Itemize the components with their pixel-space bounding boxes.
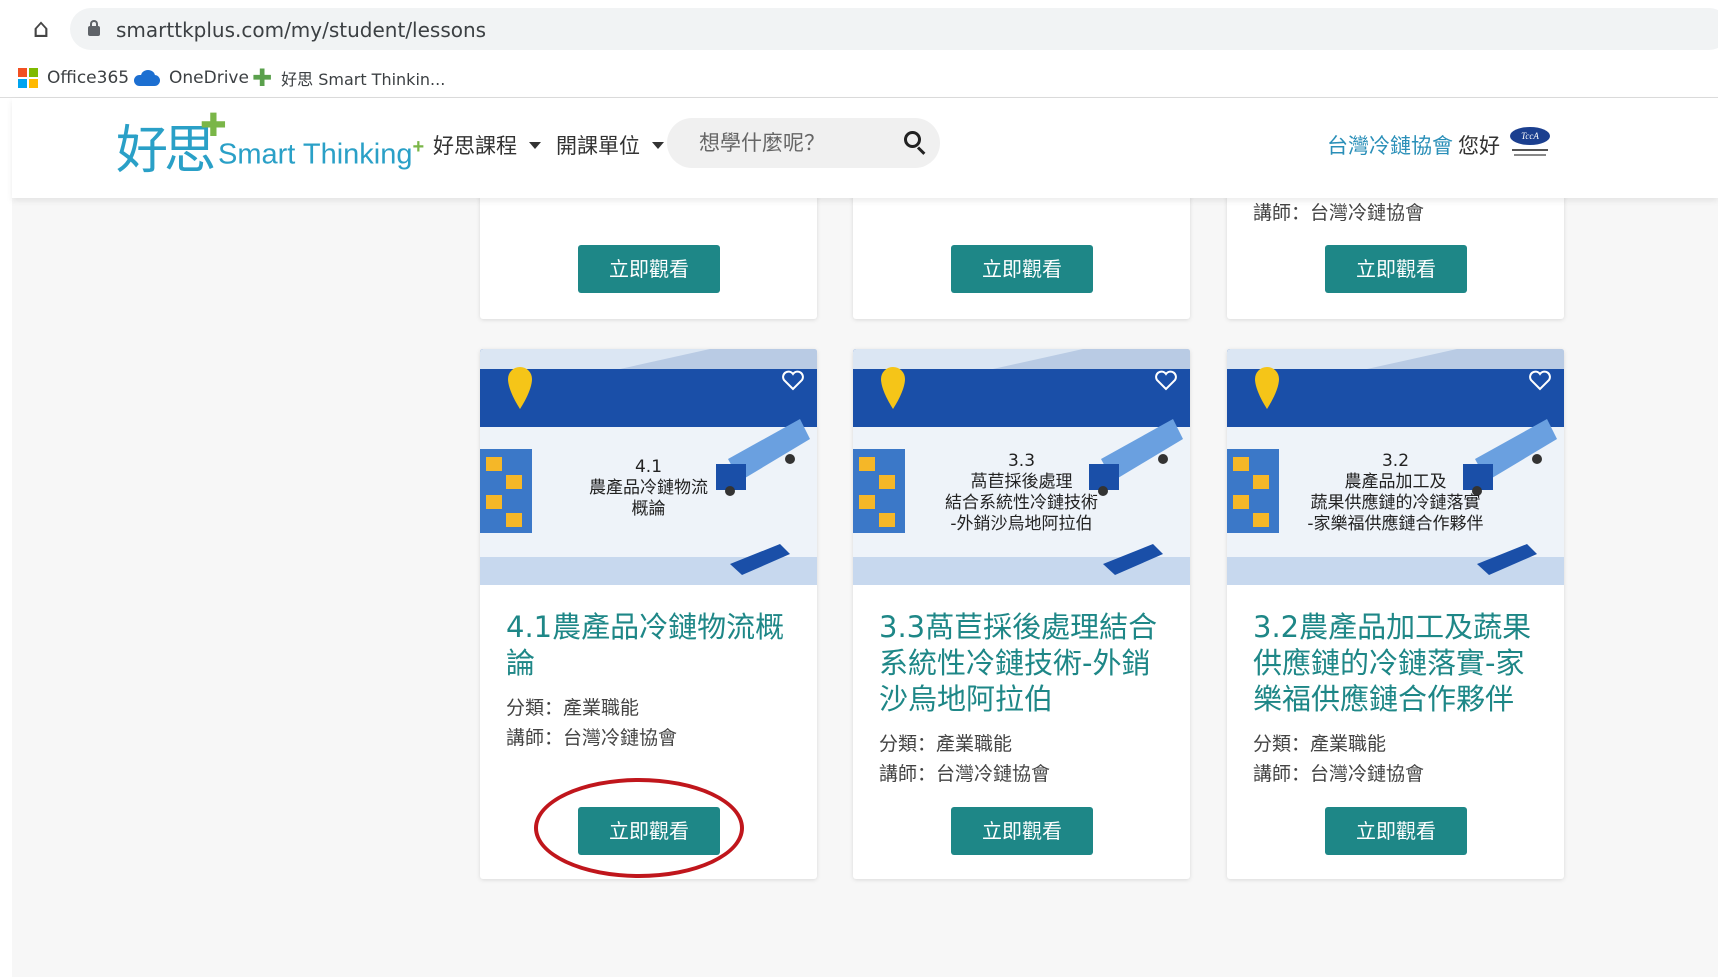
watch-now-button[interactable]: 立即觀看	[578, 245, 720, 293]
site-header: 好思 ✚ Smart Thinking+ 好思課程 開課單位 台灣冷鏈協會 您好…	[12, 98, 1718, 198]
nav-providers[interactable]: 開課單位	[556, 130, 664, 160]
logo-plus-icon: ✚	[200, 106, 227, 144]
watch-now-button[interactable]: 立即觀看	[951, 807, 1093, 855]
thumbnail-text: 3.3 萵苣採後處理 結合系統性冷鏈技術 -外銷沙烏地阿拉伯	[945, 451, 1098, 534]
lesson-card[interactable]: 4.1 農產品冷鏈物流 概論 4.1農產品冷鏈物流概論 分類：產業職能 講師：台…	[480, 349, 817, 879]
bookmark-smart-thinking[interactable]: ✚ 好思 Smart Thinkin...	[252, 64, 445, 92]
instructor-text: 講師：台灣冷鏈協會	[1253, 202, 1425, 224]
org-link[interactable]: 台灣冷鏈協會	[1327, 130, 1453, 160]
site-logo[interactable]: 好思 ✚ Smart Thinking+	[116, 106, 425, 181]
nav-courses[interactable]: 好思課程	[433, 130, 541, 160]
logo-english: Smart Thinking+	[218, 136, 425, 171]
bookmark-office365[interactable]: Office365	[18, 64, 129, 92]
instructor-text: 講師：台灣冷鏈協會	[1253, 763, 1425, 785]
bookmark-label: Office365	[47, 68, 130, 88]
watch-now-button[interactable]: 立即觀看	[951, 245, 1093, 293]
lock-icon	[88, 20, 100, 36]
heart-icon[interactable]	[781, 369, 805, 391]
heart-icon[interactable]	[1528, 369, 1552, 391]
caret-down-icon	[652, 141, 664, 149]
category-text: 分類：產業職能	[506, 697, 640, 719]
url-text: smarttkplus.com/my/student/lessons	[116, 18, 487, 42]
avatar[interactable]: TccA	[1506, 122, 1554, 162]
bookmark-onedrive[interactable]: OneDrive	[134, 64, 249, 92]
lesson-card-partial: 立即觀看	[853, 188, 1190, 319]
watch-now-button[interactable]: 立即觀看	[578, 807, 720, 855]
nav-providers-label: 開課單位	[556, 134, 640, 158]
warehouse-shelves-icon	[853, 449, 905, 533]
bookmarks-bar: Office365 OneDrive ✚ 好思 Smart Thinkin...	[0, 58, 1718, 98]
lesson-title[interactable]: 3.3萵苣採後處理結合系統性冷鏈技術-外銷沙烏地阿拉伯	[879, 609, 1175, 717]
office365-icon	[18, 68, 38, 88]
watch-now-button[interactable]: 立即觀看	[1325, 807, 1467, 855]
heart-icon[interactable]	[1154, 369, 1178, 391]
category-text: 分類：產業職能	[1253, 733, 1387, 755]
lesson-card[interactable]: 3.3 萵苣採後處理 結合系統性冷鏈技術 -外銷沙烏地阿拉伯 3.3萵苣採後處理…	[853, 349, 1190, 879]
lesson-card[interactable]: 3.2 農產品加工及 蔬果供應鏈的冷鏈落實 -家樂福供應鏈合作夥伴 3.2農產品…	[1227, 349, 1564, 879]
thumbnail-text: 4.1 農產品冷鏈物流 概論	[589, 457, 708, 519]
warehouse-shelves-icon	[1227, 449, 1279, 533]
browser-address-bar: ⌂ smarttkplus.com/my/student/lessons	[0, 0, 1718, 58]
lesson-grid: 立即觀看 立即觀看 講師：台灣冷鏈協會 立即觀看 4.1 農產品冷鏈物流 概論 …	[12, 188, 1718, 977]
logo-chinese: 好思	[116, 121, 216, 181]
caret-down-icon	[529, 141, 541, 149]
instructor-text: 講師：台灣冷鏈協會	[879, 763, 1051, 785]
lesson-card-partial: 講師：台灣冷鏈協會 立即觀看	[1227, 188, 1564, 319]
greeting: 您好	[1458, 134, 1500, 158]
search-input[interactable]	[667, 118, 940, 168]
search-icon[interactable]	[904, 131, 928, 155]
url-field[interactable]: smarttkplus.com/my/student/lessons	[70, 8, 1718, 50]
lesson-title[interactable]: 3.2農產品加工及蔬果供應鏈的冷鏈落實-家樂福供應鏈合作夥伴	[1253, 609, 1549, 717]
bookmark-label: 好思 Smart Thinkin...	[281, 70, 446, 89]
lesson-card-partial: 立即觀看	[480, 188, 817, 319]
svg-text:TccA: TccA	[1521, 131, 1539, 141]
category-text: 分類：產業職能	[879, 733, 1013, 755]
lesson-title[interactable]: 4.1農產品冷鏈物流概論	[506, 609, 802, 681]
instructor-text: 講師：台灣冷鏈協會	[506, 727, 678, 749]
bookmark-label: OneDrive	[169, 68, 249, 88]
watch-now-button[interactable]: 立即觀看	[1325, 245, 1467, 293]
onedrive-icon	[134, 70, 160, 86]
nav-courses-label: 好思課程	[433, 134, 517, 158]
smart-thinking-icon: ✚	[252, 64, 273, 92]
warehouse-shelves-icon	[480, 449, 532, 533]
thumbnail-text: 3.2 農產品加工及 蔬果供應鏈的冷鏈落實 -家樂福供應鏈合作夥伴	[1307, 451, 1484, 534]
home-icon[interactable]: ⌂	[26, 14, 56, 44]
